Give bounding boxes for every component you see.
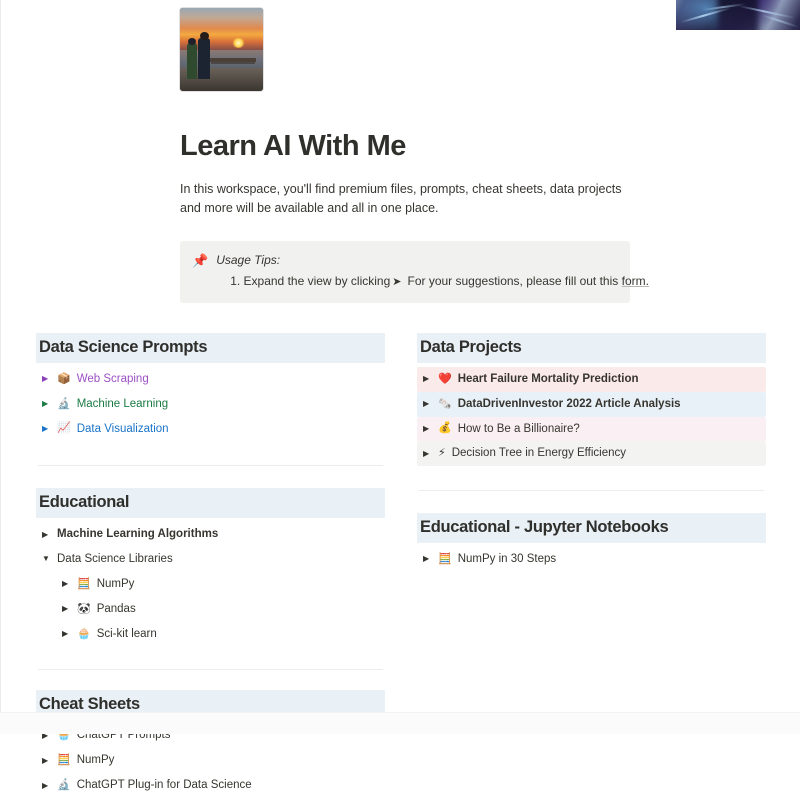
page-link-row[interactable]: ▶ ❤️ Heart Failure Mortality Prediction [417,366,766,392]
section-divider [38,465,383,467]
chevron-right-icon[interactable]: ▶ [42,375,51,383]
section-educational-jupyter: Educational - Jupyter Notebooks ▶ 🧮 NumPy … [417,513,766,572]
row-label: How to Be a Billionaire? [457,422,580,435]
page-link-row[interactable]: ▶ Machine Learning Algorithms [36,522,385,547]
row-emoji-icon: 🗞️ [438,397,452,410]
page-content: Learn AI With Me In this workspace, you'… [180,8,649,303]
chevron-right-icon[interactable]: ▶ [423,555,432,563]
feedback-form-link[interactable]: form. [622,274,649,288]
row-label: Decision Tree in Energy Efficiency [451,447,627,460]
section-divider [419,490,764,492]
callout-instruction-suffix: For your suggestions, please fill out th… [407,273,619,288]
section-header: Educational - Jupyter Notebooks [417,513,766,543]
chevron-right-icon[interactable]: ▶ [62,605,71,613]
section-divider [38,668,383,670]
page-link-row[interactable]: ▶ 🔬 Machine Learning [36,392,385,417]
row-emoji-icon: 🧮 [77,577,91,590]
row-label: Data Visualization [76,422,169,435]
row-emoji-icon: 📦 [57,372,71,385]
row-label: Heart Failure Mortality Prediction [457,372,639,385]
page-link-row[interactable]: ▶ 📦 Web Scraping [36,367,385,392]
avatar-person [198,31,211,80]
chevron-right-icon[interactable]: ▶ [423,400,432,408]
avatar-pier [209,57,257,62]
section-cheat-sheets: Cheat Sheets ▶ 🧁 ChatGPT Prompts ▶ 🧮 NumPy ▶ 🔬 C… [36,689,385,798]
row-label: Data Science Libraries [57,553,173,565]
section-header: Data Science Prompts [36,333,385,363]
section-educational: Educational ▶ Machine Learning Algorithms… [36,488,385,646]
page-link-row[interactable]: ▶ ⚡ Decision Tree in Energy Efficiency [417,441,766,467]
page-link-row[interactable]: ▶ 🧮 NumPy [36,748,385,773]
page-bottom-band [0,712,800,734]
row-label: Web Scraping [76,372,149,385]
chevron-right-icon[interactable]: ▶ [42,756,51,765]
cover-image-fragment [676,0,800,30]
row-label: DataDrivenInvestor 2022 Article Analysis [457,397,681,410]
chevron-right-icon[interactable]: ▶ [42,424,51,433]
avatar-person [186,37,197,80]
row-emoji-icon: 🔬 [57,397,71,410]
section-header: Data Projects [417,333,766,363]
page-title: Learn AI With Me [180,130,406,162]
page-left-edge [0,0,1,712]
expand-arrow-icon: ➤ [392,275,402,288]
chevron-right-icon[interactable]: ▶ [423,375,432,383]
row-label: NumPy [96,577,135,590]
callout-body: Usage Tips: 1. Expand the view by clicki… [216,252,649,291]
row-emoji-icon: 🐼 [77,602,91,615]
page-description: In this workspace, you'll find premium f… [180,181,622,216]
callout-instruction-prefix: 1. Expand the view by clicking [230,273,391,288]
row-list: ▶ Machine Learning Algorithms ▼ Data Scienc… [36,518,385,647]
page-avatar-image[interactable] [180,8,263,91]
row-label: NumPy [76,754,115,767]
row-emoji-icon: 🔬 [57,779,71,792]
page-link-row[interactable]: ▶ 🧁 Sci-kit learn [36,622,385,647]
row-label: Machine Learning [76,397,169,410]
row-list: ▶ 🧮 NumPy in 30 Steps [417,543,766,572]
chevron-right-icon[interactable]: ▶ [62,630,71,638]
row-emoji-icon: ❤️ [438,372,452,385]
chevron-right-icon[interactable]: ▶ [423,449,432,458]
chevron-right-icon[interactable]: ▶ [42,400,51,408]
page-link-row[interactable]: ▶ 🧮 NumPy in 30 Steps [417,547,766,572]
row-emoji-icon: 💰 [438,422,452,435]
pushpin-icon: 📌 [192,252,209,268]
page-link-row[interactable]: ▶ 📈 Data Visualization [36,417,385,442]
chevron-down-icon[interactable]: ▼ [42,555,51,563]
page-link-row[interactable]: ▶ 🔬 ChatGPT Plug-in for Data Science [36,773,385,798]
row-label: Machine Learning Algorithms [57,528,219,541]
chevron-right-icon[interactable]: ▶ [42,530,51,539]
section-data-science-prompts: Data Science Prompts ▶ 📦 Web Scraping ▶ 🔬 Mac… [36,333,385,441]
chevron-right-icon[interactable]: ▶ [62,580,71,588]
page-link-row[interactable]: ▶ 🗞️ DataDrivenInvestor 2022 Article Analy… [417,391,766,417]
callout-instruction: 1. Expand the view by clicking ➤ For your … [216,272,649,291]
page-link-row[interactable]: ▶ 🐼 Pandas [36,597,385,622]
row-emoji-icon: ⚡ [438,447,446,460]
chevron-right-icon[interactable]: ▶ [423,424,432,433]
row-label: Sci-kit learn [96,627,157,640]
row-label: ChatGPT Plug-in for Data Science [76,779,252,792]
page-link-row[interactable]: ▶ 🧮 NumPy [36,572,385,597]
callout-title: Usage Tips: [216,252,281,267]
row-emoji-icon: 🧮 [57,754,71,767]
row-label: Pandas [96,602,136,615]
row-label: NumPy in 30 Steps [457,553,557,565]
section-data-projects: Data Projects ▶ ❤️ Heart Failure Mortality… [417,333,766,467]
usage-tips-callout: 📌 Usage Tips: 1. Expand the view by clic… [180,240,649,303]
row-list: ▶ ❤️ Heart Failure Mortality Prediction ▶ 🗞️… [417,363,766,467]
row-emoji-icon: 🧮 [438,552,452,565]
chevron-right-icon[interactable]: ▶ [42,781,51,790]
section-header: Educational [36,488,385,519]
page-link-row[interactable]: ▼ Data Science Libraries [36,547,385,572]
page-link-row[interactable]: ▶ 💰 How to Be a Billionaire? [417,416,766,442]
row-list: ▶ 📦 Web Scraping ▶ 🔬 Machine Learning ▶ 📈 Data V… [36,363,385,442]
row-emoji-icon: 📈 [57,422,71,435]
row-emoji-icon: 🧁 [77,627,91,640]
